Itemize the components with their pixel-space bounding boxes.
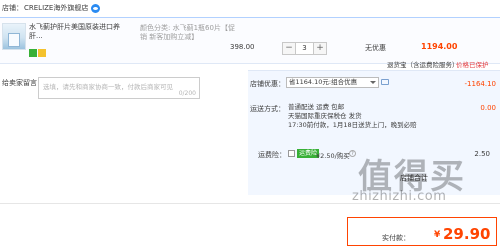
comment-icon[interactable]	[381, 79, 389, 85]
sku-info: 颜色分类: 水飞蓟1瓶60片【促销 新客加购立减】	[140, 24, 235, 41]
return-insurance-link[interactable]: 退货宝（含运费险服务）	[387, 59, 459, 69]
pay-label: 实付款：	[382, 234, 410, 242]
seller-message-input[interactable]: 选填，请先和商家协商一致，付款后商家可见 0/200	[38, 77, 200, 99]
product-box-image	[8, 33, 20, 47]
shop-bar: 店铺： CRELIZE海外旗舰店	[0, 0, 500, 16]
insurance-amount: 2.50	[474, 150, 490, 158]
shipping-details: 普通配送 运费 包邮 天猫国际重庆保税仓 发货 17:30前付款，1月18日送货…	[288, 103, 417, 130]
product-title-link[interactable]: 水飞蓟护肝片美国原装进口养肝...	[29, 23, 121, 41]
message-char-counter: 0/200	[178, 90, 196, 97]
service-badge-icon	[29, 49, 37, 57]
wangwang-chat-icon[interactable]	[91, 3, 101, 13]
watermark-url: zhizhizhi.com	[352, 189, 447, 204]
shop-label: 店铺：	[2, 4, 23, 12]
chevron-down-icon	[370, 81, 376, 84]
price-protection-link[interactable]: 价格已保护	[456, 59, 489, 69]
quantity-stepper: − 3 +	[282, 42, 327, 55]
help-icon[interactable]: ?	[349, 150, 356, 157]
message-panel: 给卖家留言： 选填，请先和商家协商一致，付款后商家可见 0/200	[0, 70, 248, 195]
shipping-fee: 0.00	[480, 104, 496, 112]
coupon-label: 店铺优惠：	[250, 80, 285, 88]
decrease-button[interactable]: −	[283, 43, 295, 54]
payment-summary: 实付款： ¥ 29.90	[347, 217, 497, 246]
shipping-line: 17:30前付款，1月18日送货上门，晚到必赔	[288, 121, 417, 129]
shipping-label: 运送方式：	[250, 105, 285, 113]
shipping-line: 普通配送 运费 包邮	[288, 103, 345, 111]
item-subtotal: 1194.00	[421, 42, 458, 51]
shop-name-link[interactable]: CRELIZE海外旗舰店	[24, 3, 88, 13]
insurance-label: 运费险：	[258, 151, 286, 159]
return-service-row: 退货宝（含运费险服务） 价格已保护	[0, 57, 500, 69]
insurance-checkbox[interactable]	[288, 150, 295, 157]
unit-price: 398.00	[230, 43, 255, 51]
coupon-selected-value: 省1164.10元:组合优惠	[289, 78, 358, 86]
coupon-amount: -1164.10	[464, 80, 496, 88]
increase-button[interactable]: +	[314, 43, 326, 54]
shipping-line: 天猫国际重庆保税仓 发货	[288, 112, 362, 120]
guarantee-badge-icon	[38, 49, 46, 57]
quantity-input[interactable]: 3	[295, 43, 314, 54]
product-thumbnail[interactable]	[2, 23, 26, 50]
item-discount: 无优惠	[365, 44, 386, 52]
coupon-select[interactable]: 省1164.10元:组合优惠	[286, 77, 379, 88]
pay-amount: 29.90	[443, 225, 491, 243]
pay-currency: ¥	[434, 230, 441, 240]
insurance-price: ¥2.50/购买	[316, 152, 350, 160]
message-placeholder: 选填，请先和商家协商一致，付款后商家可见	[43, 83, 173, 91]
